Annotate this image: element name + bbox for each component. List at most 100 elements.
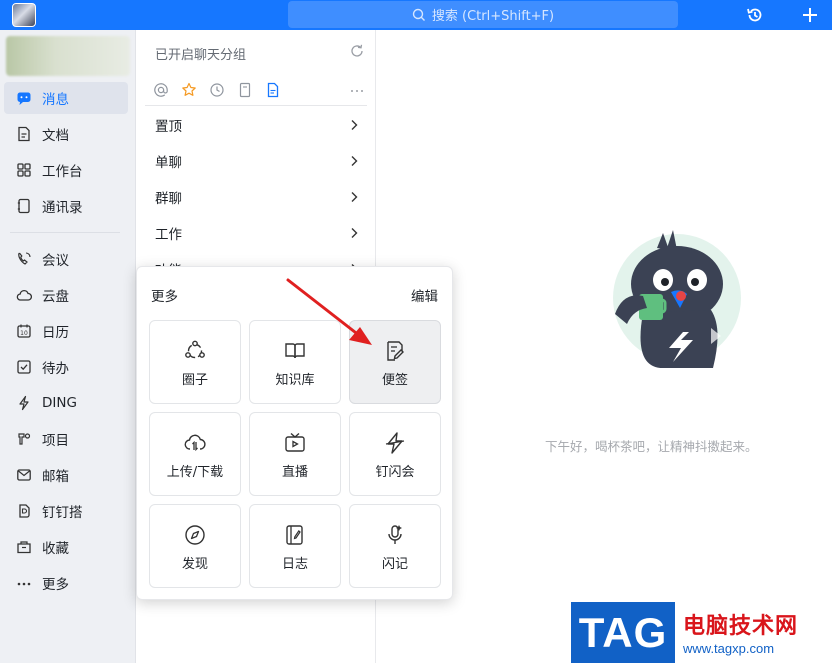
category-label: 群聊 <box>155 191 182 207</box>
search-input[interactable]: 搜索 (Ctrl+Shift+F) <box>288 1 678 28</box>
popup-title: 更多 <box>151 289 178 305</box>
annotation-arrow <box>286 278 372 345</box>
chevron-right-icon <box>351 156 358 166</box>
contacts-icon <box>17 198 30 214</box>
sidebar-item-label: 邮箱 <box>42 469 69 485</box>
sidebar-item-mail[interactable]: 邮箱 <box>4 459 128 491</box>
sidebar-item-calendar[interactable]: 10 日历 <box>4 315 128 347</box>
sidebar-item-label: 项目 <box>42 433 69 449</box>
tile-label: 闪记 <box>381 557 408 572</box>
sidebar-item-label: 更多 <box>42 577 69 593</box>
mention-icon[interactable] <box>153 82 169 98</box>
tile-label: 直播 <box>281 465 308 480</box>
sidebar-item-workbench[interactable]: 工作台 <box>4 154 128 186</box>
todo-icon <box>17 360 31 374</box>
flash-note-icon <box>388 525 402 544</box>
sidebar-item-contacts[interactable]: 通讯录 <box>4 190 128 222</box>
tile-label: 知识库 <box>275 373 315 388</box>
workbench-icon <box>17 163 31 177</box>
category-row[interactable]: 工作 <box>145 215 367 251</box>
mail-icon <box>17 469 31 481</box>
edit-button[interactable]: 编辑 <box>411 285 438 305</box>
category-label: 置顶 <box>155 119 182 135</box>
sidebar-item-more[interactable]: 更多 <box>4 567 128 599</box>
chat-group-status: 已开启聊天分组 <box>155 48 247 63</box>
greeting-text: 下午好，喝杯茶吧，让精神抖擞起来。 <box>545 439 758 454</box>
chevron-right-icon <box>351 120 358 130</box>
refresh-icon[interactable] <box>349 43 365 59</box>
sidebar-item-project[interactable]: 项目 <box>4 423 128 455</box>
category-row[interactable]: 群聊 <box>145 179 367 215</box>
watermark-url: www.tagxp.com <box>683 641 775 656</box>
sidebar-item-label: 通讯录 <box>42 200 83 216</box>
cloud-drive-icon <box>16 289 32 301</box>
sidebar-item-label: DING <box>42 395 77 411</box>
sidebar-divider <box>10 232 120 233</box>
chevron-right-icon <box>351 192 358 202</box>
filter-divider <box>145 105 367 106</box>
svg-text:10: 10 <box>20 330 28 337</box>
category-label: 单聊 <box>155 155 182 171</box>
sidebar-item-label: 云盘 <box>42 289 69 305</box>
file-icon[interactable] <box>265 82 281 98</box>
sidebar-item-ding[interactable]: DING <box>4 387 128 419</box>
tile-discover[interactable]: 发现 <box>149 504 241 588</box>
tile-label: 上传/下载 <box>166 465 224 480</box>
sidebar-item-label: 会议 <box>42 253 69 269</box>
sidebar-item-label: 钉钉搭 <box>42 505 83 521</box>
category-row[interactable]: 置顶 <box>145 107 367 143</box>
watermark-text-block: 电脑技术网 www.tagxp.com <box>675 602 832 663</box>
user-avatar[interactable] <box>12 3 36 27</box>
sidebar-item-label: 工作台 <box>42 164 83 180</box>
profile-banner[interactable] <box>6 36 130 76</box>
sidebar-item-favorites[interactable]: 收藏 <box>4 531 128 563</box>
more-horizontal-icon[interactable] <box>349 82 365 98</box>
tile-label: 发现 <box>181 557 208 572</box>
sidebar-item-label: 待办 <box>42 361 69 377</box>
tile-label: 圈子 <box>181 373 208 388</box>
meeting-icon <box>18 252 31 265</box>
tile-upload-download[interactable]: 上传/下载 <box>149 412 241 496</box>
bookmark-icon[interactable] <box>237 82 253 98</box>
sidebar-item-todo[interactable]: 待办 <box>4 351 128 383</box>
more-icon <box>17 582 31 586</box>
tile-circle[interactable]: 圈子 <box>149 320 241 404</box>
message-icon <box>17 92 31 105</box>
add-button[interactable] <box>788 0 832 30</box>
chevron-right-icon <box>351 228 358 238</box>
sidebar-item-label: 日历 <box>42 325 69 341</box>
calendar-icon: 10 <box>17 324 31 338</box>
title-bar: 搜索 (Ctrl+Shift+F) <box>0 0 832 30</box>
live-icon <box>285 432 305 452</box>
tile-log[interactable]: 日志 <box>249 504 341 588</box>
tile-flash-note[interactable]: 闪记 <box>349 504 441 588</box>
sidebar-item-messages[interactable]: 消息 <box>4 82 128 114</box>
plus-icon <box>803 8 817 22</box>
log-icon <box>286 525 303 545</box>
category-row[interactable]: 单聊 <box>145 143 367 179</box>
discover-icon <box>185 525 205 545</box>
tile-flash-meeting[interactable]: 钉闪会 <box>349 412 441 496</box>
sidebar-item-dingda[interactable]: 钉钉搭 <box>4 495 128 527</box>
dingda-icon <box>19 504 30 518</box>
search-icon <box>412 8 425 21</box>
sidebar-item-docs[interactable]: 文档 <box>4 118 128 150</box>
watermark-site-name: 电脑技术网 <box>683 614 799 639</box>
circle-icon <box>185 340 205 359</box>
search-placeholder: 搜索 (Ctrl+Shift+F) <box>431 9 555 24</box>
sidebar-item-cloud-drive[interactable]: 云盘 <box>4 279 128 311</box>
note-icon <box>387 341 404 361</box>
history-icon[interactable] <box>745 5 765 25</box>
tile-live[interactable]: 直播 <box>249 412 341 496</box>
site-watermark: TAG 电脑技术网 www.tagxp.com <box>571 602 832 663</box>
watermark-tag-logo: TAG <box>571 602 675 663</box>
filter-bar <box>153 80 367 100</box>
sidebar-item-meeting[interactable]: 会议 <box>4 243 128 275</box>
tile-label: 便签 <box>381 373 408 388</box>
tile-label: 日志 <box>281 557 308 572</box>
document-icon <box>18 126 30 142</box>
favorites-icon <box>17 541 31 554</box>
category-label: 工作 <box>155 227 182 243</box>
clock-icon[interactable] <box>209 82 225 98</box>
star-icon[interactable] <box>181 82 197 98</box>
